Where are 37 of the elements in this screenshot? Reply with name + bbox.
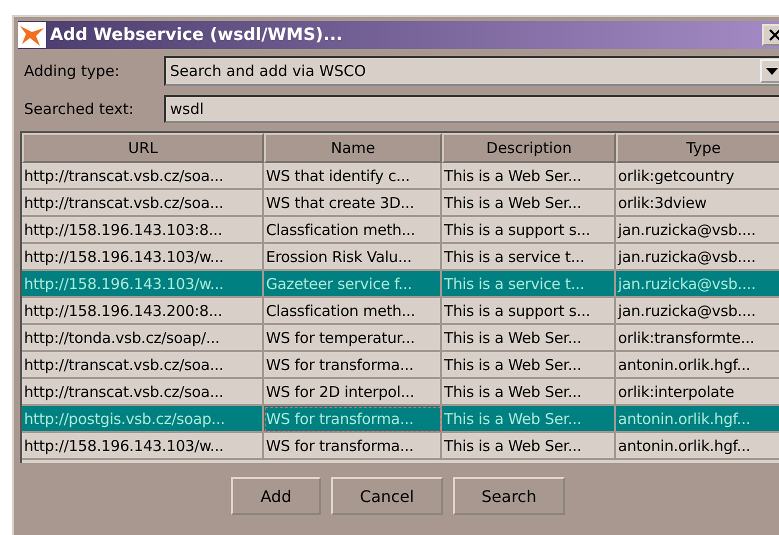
table-cell: WS for transforma...: [264, 406, 442, 433]
table-row[interactable]: http://tonda.vsb.cz/soap/... WS for temperatur... This is a Web Ser... orlik:transformte...: [22, 325, 779, 352]
table-cell: antonin.orlik.hgf...: [616, 406, 779, 433]
table-row[interactable]: http://158.196.143.103:8... Classfication meth... This is a support s... jan.ruzicka@vsb....: [22, 217, 779, 244]
table-cell: This is a service t...: [442, 271, 616, 298]
column-header[interactable]: URL: [22, 133, 264, 163]
dialog-button[interactable]: Cancel: [331, 477, 443, 515]
dropdown-button[interactable]: [760, 59, 779, 83]
table-cell: http://158.196.143.103/w...: [22, 271, 264, 298]
app-logo-icon: [18, 22, 46, 48]
table-cell: antonin.orlik.hgf...: [616, 433, 779, 460]
table-row[interactable]: http://transcat.vsb.cz/soa... WS that create 3D... This is a Web Ser... orlik:3dview: [22, 190, 779, 217]
adding-type-dropdown[interactable]: Search and add via WSCO: [164, 56, 779, 86]
dialog-button[interactable]: Add: [231, 477, 321, 515]
table-cell: This is a Web Ser...: [442, 433, 616, 460]
caret-icon: [766, 68, 778, 74]
field-label: Adding type:: [23, 62, 121, 80]
column-header[interactable]: Type: [616, 133, 779, 163]
table-row[interactable]: http://transcat.vsb.cz/soa... WS that identify c... This is a Web Ser... orlik:getcountry: [22, 163, 779, 190]
search-field[interactable]: wsdl: [164, 95, 779, 123]
table-cell: Gazeteer service f...: [264, 271, 442, 298]
table-cell: http://postgis.vsb.cz/soap...: [22, 406, 264, 433]
table-cell: WS for transforma...: [264, 433, 442, 460]
column-header[interactable]: Name: [264, 133, 442, 163]
table-row[interactable]: http://transcat.vsb.cz/soa... WS for transforma... This is a Web Ser... antonin.orlik.hgf...: [22, 352, 779, 379]
table-cell: This is a Web Ser...: [442, 406, 616, 433]
close-icon: [769, 29, 779, 41]
table-row[interactable]: http://158.196.143.103/w... WS for transforma... This is a Web Ser... antonin.orlik.hgf...: [22, 433, 779, 460]
table-cell: http://158.196.143.103/w...: [22, 433, 264, 460]
column-header[interactable]: Description: [442, 133, 616, 163]
table-row[interactable]: http://158.196.143.200:8... Classfication meth... This is a support s... jan.ruzicka@vsb....: [22, 298, 779, 325]
table-row[interactable]: http://transcat.vsb.cz/soa... WS for 2D interpol... This is a Web Ser... orlik:interpolate: [22, 379, 779, 406]
window-title: Add Webservice (wsdl/WMS)...: [50, 25, 344, 45]
table-cell: jan.ruzicka@vsb....: [616, 271, 779, 298]
dialog-button[interactable]: Search: [453, 477, 565, 515]
table-row[interactable]: http://158.196.143.103/w... Erossion Risk Valu... This is a service t... jan.ruzicka@vsb....: [22, 244, 779, 271]
field-label: Searched text:: [23, 100, 135, 118]
